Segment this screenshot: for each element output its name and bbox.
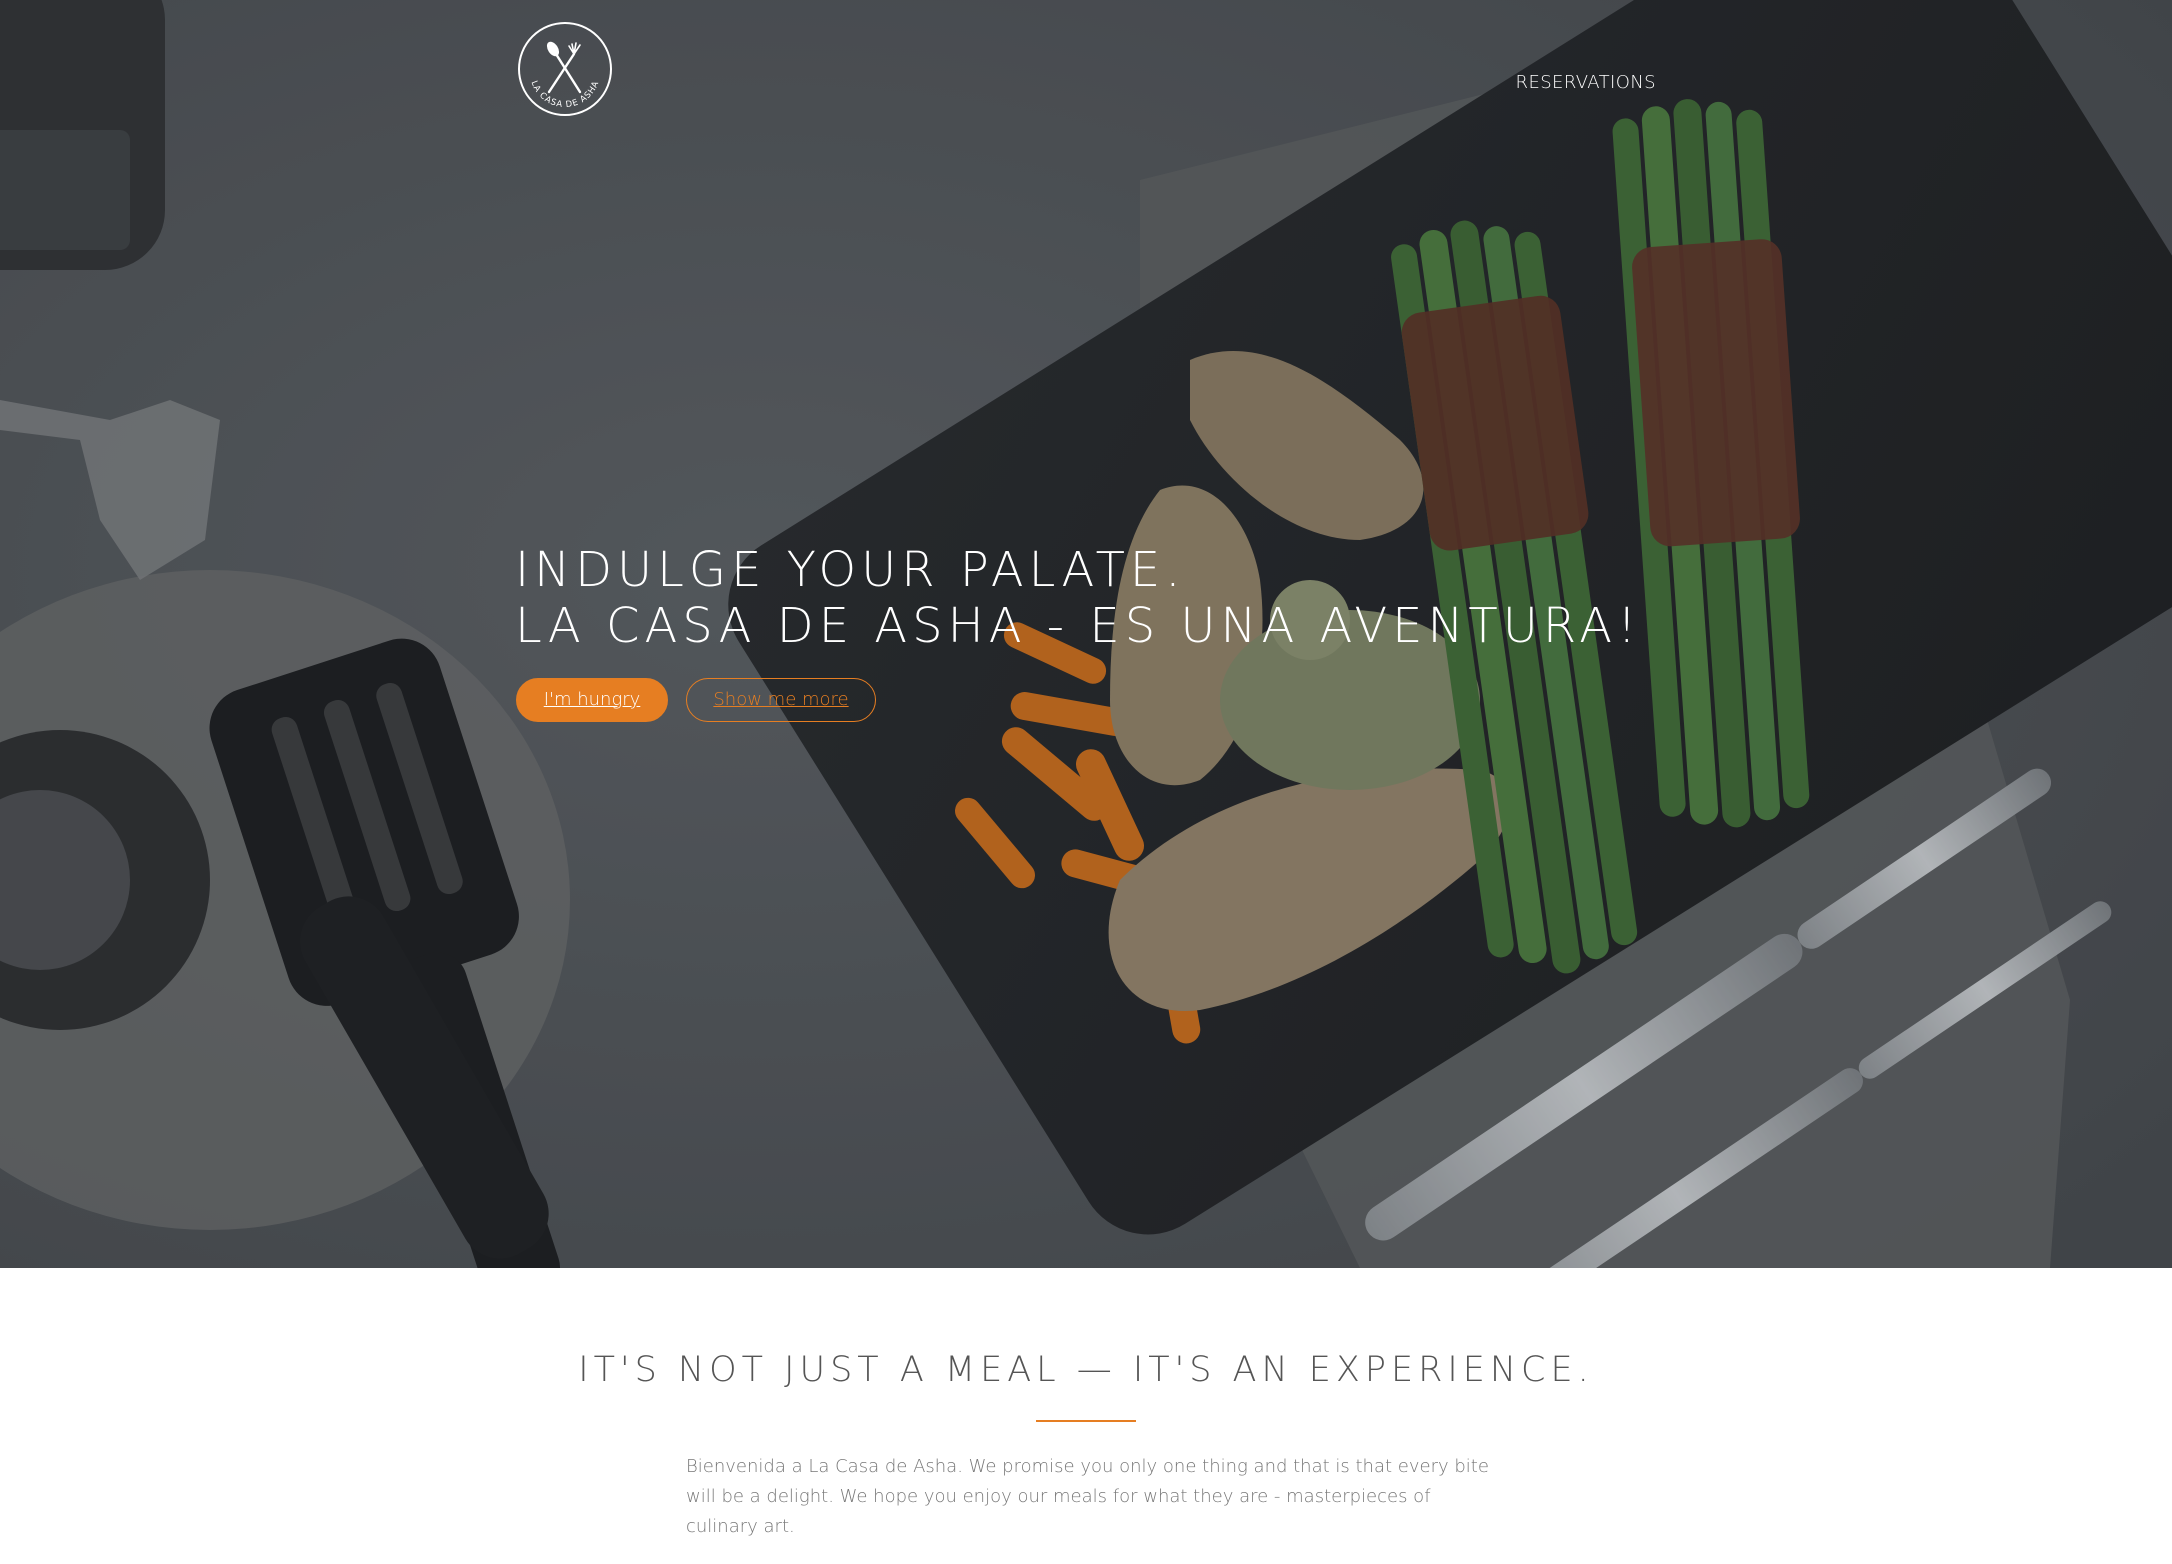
nav-reservations-link[interactable]: RESERVATIONS (1516, 72, 1656, 93)
logo-text: LA CASA DE ASHA (529, 79, 601, 110)
hero-section: LA CASA DE ASHA RESERVATIONS INDULGE YOU… (0, 0, 2172, 1268)
intro-divider (1036, 1420, 1136, 1422)
fork-spoon-cross-icon[interactable]: LA CASA DE ASHA (516, 20, 614, 118)
hero-headline-line2: LA CASA DE ASHA - ES UNA AVENTURA! (515, 598, 1642, 654)
hero-headline: INDULGE YOUR PALATE. LA CASA DE ASHA - E… (515, 542, 1695, 654)
intro-section: IT'S NOT JUST A MEAL — IT'S AN EXPERIENC… (0, 1268, 2172, 1564)
im-hungry-button[interactable]: I'm hungry (516, 678, 668, 722)
intro-body: Bienvenida a La Casa de Asha. We promise… (686, 1456, 1489, 1537)
top-navigation: LA CASA DE ASHA RESERVATIONS (516, 20, 1656, 122)
svg-text:LA CASA DE ASHA: LA CASA DE ASHA (529, 79, 602, 110)
show-me-more-button[interactable]: Show me more (686, 678, 876, 722)
hero-headline-line1: INDULGE YOUR PALATE. (515, 542, 1186, 598)
intro-title: IT'S NOT JUST A MEAL — IT'S AN EXPERIENC… (578, 1350, 1594, 1390)
